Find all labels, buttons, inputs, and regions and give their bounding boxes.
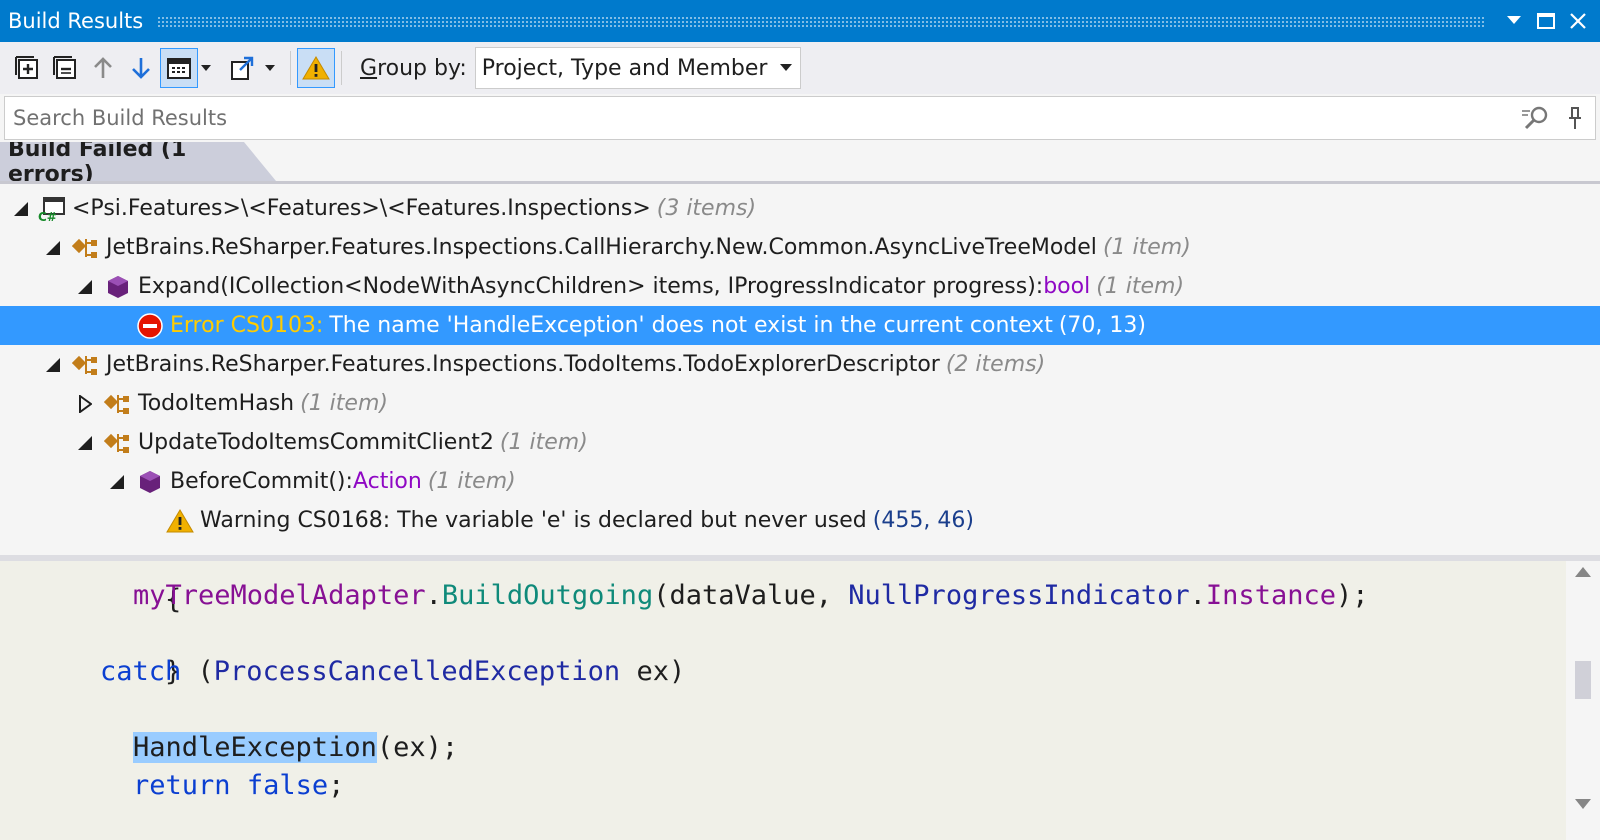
export-button[interactable]: [224, 48, 262, 88]
member-return-type: Action: [352, 469, 422, 494]
type-count: (1 item): [300, 391, 388, 416]
search-icon: [1522, 106, 1548, 130]
tree-row-type[interactable]: TodoItemHash (1 item): [0, 384, 1600, 423]
error-location: (70, 13): [1058, 313, 1146, 338]
collapsed-arrow-icon[interactable]: [74, 393, 96, 415]
search-options-button[interactable]: [1515, 98, 1555, 138]
calendar-filter-dropdown[interactable]: [198, 48, 214, 88]
type-count: (1 item): [1102, 235, 1191, 260]
collapse-all-icon: [53, 56, 76, 79]
status-strip: Build Failed (1 errors): [0, 142, 1600, 184]
code-line: {: [100, 691, 181, 763]
expanded-arrow-icon[interactable]: [74, 276, 96, 298]
build-status-tab: Build Failed (1 errors): [0, 142, 276, 181]
code-line: }: [100, 805, 181, 840]
expanded-arrow-icon[interactable]: [106, 471, 128, 493]
scroll-thumb[interactable]: [1575, 661, 1591, 699]
pin-button[interactable]: [1555, 98, 1595, 138]
member-return-type: bool: [1043, 274, 1091, 299]
group-by-select[interactable]: Project, Type and Member: [474, 47, 801, 89]
title-bar: Build Results: [0, 0, 1600, 42]
svg-text:C#: C#: [38, 210, 57, 222]
expanded-arrow-icon[interactable]: [10, 198, 32, 220]
tree-row-type[interactable]: JetBrains.ReSharper.Features.Inspections…: [0, 228, 1600, 267]
export-dropdown[interactable]: [262, 48, 278, 88]
type-label: UpdateTodoItemsCommitClient2: [138, 430, 494, 455]
method-icon: [104, 273, 132, 301]
expanded-arrow-icon[interactable]: [42, 354, 64, 376]
code-line: myTreeModelAdapter.BuildOutgoing(dataVal…: [133, 580, 1369, 611]
csharp-project-icon: C#: [38, 195, 66, 223]
search-bar: [4, 96, 1596, 140]
tree-row-project[interactable]: C# <Psi.Features>\<Features>\<Features.I…: [0, 189, 1600, 228]
warning-icon: [166, 507, 194, 535]
member-label: Expand(ICollection<NodeWithAsyncChildren…: [138, 274, 1044, 299]
method-icon: [136, 468, 164, 496]
expanded-arrow-icon[interactable]: [42, 237, 64, 259]
error-icon: [136, 312, 164, 340]
tree-row-member[interactable]: BeforeCommit(): Action (1 item): [0, 462, 1600, 501]
member-count: (1 item): [427, 469, 516, 494]
highlighted-symbol[interactable]: HandleException: [133, 732, 377, 763]
vertical-scrollbar[interactable]: [1566, 561, 1600, 840]
warning-icon: [302, 56, 330, 80]
type-label: JetBrains.ReSharper.Features.Inspections…: [106, 352, 940, 377]
window-title: Build Results: [8, 9, 144, 33]
group-by-value: Project, Type and Member: [481, 55, 768, 81]
member-count: (1 item): [1096, 274, 1185, 299]
code-line-error: HandleException(ex);: [133, 732, 459, 763]
project-label: <Psi.Features>\<Features>\<Features.Insp…: [72, 196, 651, 221]
expand-all-icon: [15, 56, 38, 79]
maximize-icon[interactable]: [1530, 5, 1562, 37]
collapse-all-button[interactable]: [46, 48, 84, 88]
tree-row-error[interactable]: Error CS0103: The name 'HandleException'…: [0, 306, 1600, 345]
tree-row-member[interactable]: Expand(ICollection<NodeWithAsyncChildren…: [0, 267, 1600, 306]
class-icon: [104, 429, 132, 457]
build-status-label: Build Failed (1 errors): [8, 136, 187, 187]
project-count: (3 items): [656, 196, 757, 221]
expanded-arrow-icon[interactable]: [74, 432, 96, 454]
next-button[interactable]: [122, 48, 160, 88]
scroll-down-icon[interactable]: [1575, 799, 1591, 811]
toolbar: Group by: Project, Type and Member: [0, 42, 1600, 94]
calendar-icon: [167, 58, 191, 79]
type-count: (1 item): [499, 430, 588, 455]
calendar-filter-button[interactable]: [160, 48, 198, 88]
scroll-up-icon[interactable]: [1575, 567, 1591, 579]
tree-row-type[interactable]: JetBrains.ReSharper.Features.Inspections…: [0, 345, 1600, 384]
results-tree: C# <Psi.Features>\<Features>\<Features.I…: [0, 187, 1600, 555]
code-preview[interactable]: { myTreeModelAdapter.BuildOutgoing(dataV…: [0, 561, 1566, 840]
expand-all-button[interactable]: [8, 48, 46, 88]
code-line: }: [165, 656, 182, 687]
class-icon: [104, 390, 132, 418]
type-label: JetBrains.ReSharper.Features.Inspections…: [106, 235, 1097, 260]
group-by-label: Group by:: [360, 55, 467, 81]
type-count: (2 items): [945, 352, 1046, 377]
member-label: BeforeCommit():: [170, 469, 353, 494]
tree-row-warning[interactable]: Warning CS0168: The variable 'e' is decl…: [0, 501, 1600, 540]
warning-message: Warning CS0168: The variable 'e' is decl…: [200, 508, 867, 533]
warning-location: (455, 46): [872, 508, 974, 533]
class-icon: [72, 351, 100, 379]
close-icon[interactable]: [1562, 5, 1594, 37]
drag-grip[interactable]: [157, 15, 1486, 27]
warnings-filter-button[interactable]: [297, 48, 335, 88]
pin-icon: [1569, 107, 1581, 129]
error-message: The name 'HandleException' does not exis…: [329, 313, 1053, 338]
code-line: catch (ProcessCancelledException ex): [100, 656, 686, 687]
window-menu-dropdown-icon[interactable]: [1498, 5, 1530, 37]
export-icon: [231, 56, 254, 80]
class-icon: [72, 234, 100, 262]
chevron-down-icon: [779, 64, 792, 71]
toolbar-separator: [290, 51, 291, 85]
arrow-down-icon: [132, 58, 150, 79]
toolbar-separator: [341, 51, 342, 85]
code-line: return false;: [133, 770, 345, 801]
search-input[interactable]: [5, 98, 1515, 138]
error-code: Error CS0103:: [170, 313, 324, 338]
arrow-up-icon: [94, 57, 112, 78]
type-label: TodoItemHash: [138, 391, 295, 416]
previous-button[interactable]: [84, 48, 122, 88]
tree-row-type[interactable]: UpdateTodoItemsCommitClient2 (1 item): [0, 423, 1600, 462]
